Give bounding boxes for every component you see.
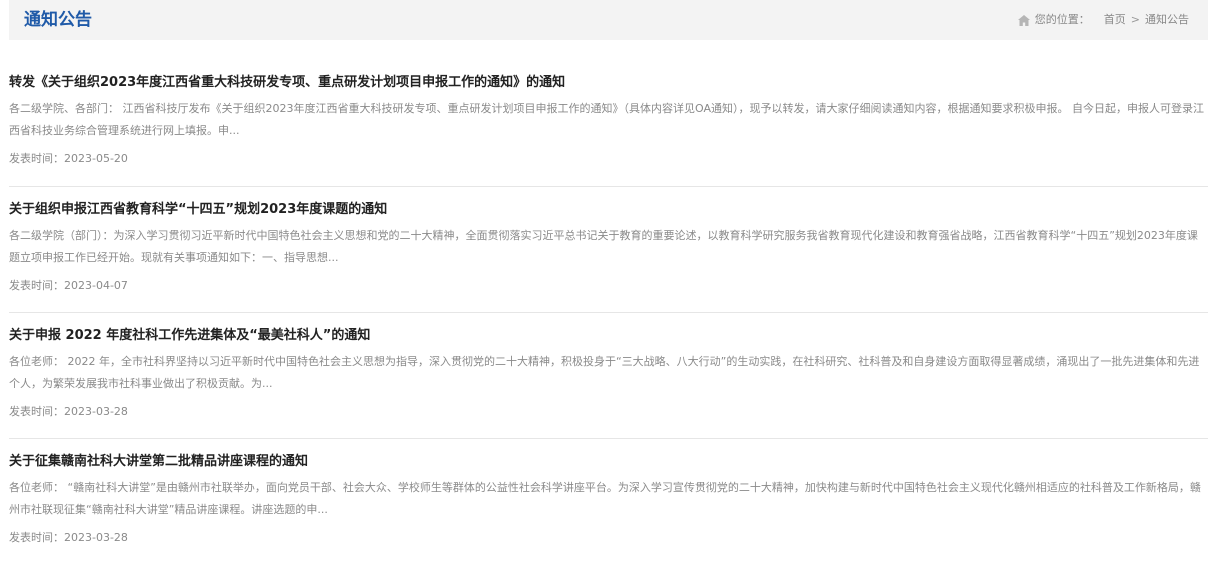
notice-date: 发表时间：2023-03-28 <box>9 405 128 418</box>
notice-item: 转发《关于组织2023年度江西省重大科技研发专项、重点研发计划项目申报工作的通知… <box>9 60 1208 187</box>
notice-summary: 各二级学院（部门）：为深入学习贯彻习近平新时代中国特色社会主义思想和党的二十大精… <box>9 229 1198 264</box>
page-title: 通知公告 <box>24 10 92 30</box>
notice-item: 关于组织申报江西省教育科学“十四五”规划2023年度课题的通知 各二级学院（部门… <box>9 187 1208 313</box>
notice-title-link[interactable]: 关于申报 2022 年度社科工作先进集体及“最美社科人”的通知 <box>9 326 370 346</box>
home-icon <box>1017 14 1030 26</box>
breadcrumb-home-link[interactable]: 首页 <box>1104 12 1126 28</box>
breadcrumb: 您的位置： 首页 > 通知公告 <box>1017 12 1189 28</box>
notice-summary: 各位老师： “赣南社科大讲堂”是由赣州市社联举办，面向党员干部、社会大众、学校师… <box>9 481 1201 516</box>
notice-date: 发表时间：2023-04-07 <box>9 279 128 292</box>
page-header: 通知公告 您的位置： 首页 > 通知公告 <box>9 0 1208 40</box>
notice-list: 转发《关于组织2023年度江西省重大科技研发专项、重点研发计划项目申报工作的通知… <box>9 60 1208 564</box>
notice-item: 关于征集赣南社科大讲堂第二批精品讲座课程的通知 各位老师： “赣南社科大讲堂”是… <box>9 439 1208 564</box>
notice-summary: 各位老师： 2022 年，全市社科界坚持以习近平新时代中国特色社会主义思想为指导… <box>9 355 1200 390</box>
notice-date: 发表时间：2023-03-28 <box>9 531 128 544</box>
notice-date: 发表时间：2023-05-20 <box>9 152 128 165</box>
notice-summary: 各二级学院、各部门： 江西省科技厅发布《关于组织2023年度江西省重大科技研发专… <box>9 102 1204 137</box>
notice-title-link[interactable]: 关于组织申报江西省教育科学“十四五”规划2023年度课题的通知 <box>9 200 387 220</box>
breadcrumb-prefix: 您的位置： <box>1034 13 1090 26</box>
notice-item: 关于申报 2022 年度社科工作先进集体及“最美社科人”的通知 各位老师： 20… <box>9 313 1208 439</box>
notice-title-link[interactable]: 转发《关于组织2023年度江西省重大科技研发专项、重点研发计划项目申报工作的通知… <box>9 73 565 93</box>
notice-title-link[interactable]: 关于征集赣南社科大讲堂第二批精品讲座课程的通知 <box>9 452 308 472</box>
breadcrumb-current[interactable]: 通知公告 <box>1145 12 1189 28</box>
breadcrumb-separator: > <box>1130 13 1140 26</box>
